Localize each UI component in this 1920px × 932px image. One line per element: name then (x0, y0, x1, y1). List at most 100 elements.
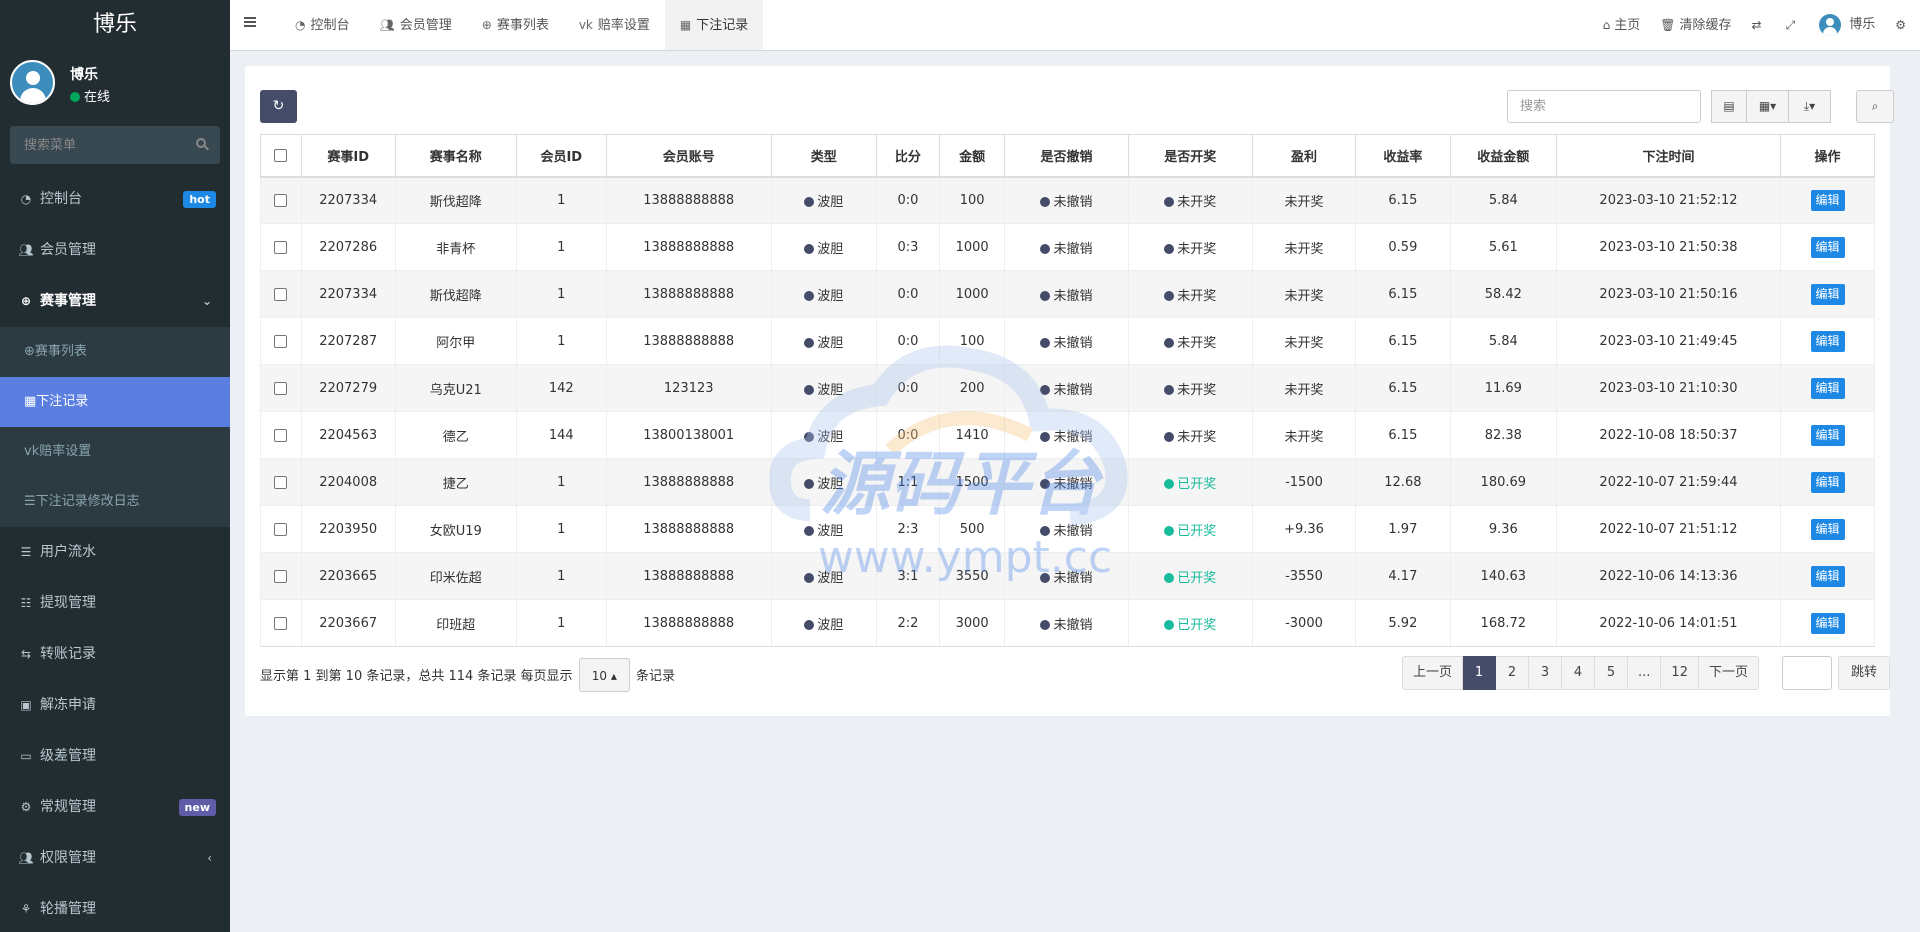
fullscreen-button[interactable]: ⤢ (1776, 0, 1810, 50)
page-button[interactable]: 1 (1463, 656, 1497, 690)
col-header[interactable]: 赛事ID (300, 134, 396, 178)
user-menu[interactable]: 博乐 (1809, 0, 1885, 50)
sidebar-item-permissions[interactable]: 👥︎ 权限管理 ‹ (0, 833, 230, 884)
row-select-cell (260, 364, 302, 412)
sidebar-item-odds-settings[interactable]: vk赔率设置 (0, 427, 230, 477)
edit-button[interactable]: 编辑 (1810, 612, 1845, 634)
language-button[interactable]: ⇄ (1742, 0, 1776, 50)
row-checkbox[interactable] (274, 287, 288, 301)
home-link[interactable]: ⌂ 主页 (1593, 0, 1651, 50)
cancelled-cell: 未撤销 (1004, 270, 1129, 318)
refresh-button[interactable]: ↻ (260, 90, 297, 123)
clear-cache-button[interactable]: 🗑︎ 清除缓存 (1650, 0, 1741, 50)
edit-button[interactable]: 编辑 (1810, 518, 1845, 540)
tab-members[interactable]: 👥︎ 会员管理 (365, 0, 467, 50)
edit-button[interactable]: 编辑 (1810, 236, 1845, 258)
row-checkbox[interactable] (274, 569, 288, 583)
sidebar-item-bet-edit-log[interactable]: ☰下注记录修改日志 (0, 477, 230, 527)
tab-odds-settings[interactable]: vk 赔率设置 (564, 0, 665, 50)
status-dot-icon (1040, 431, 1051, 442)
sidebar-item-level-diff[interactable]: ▭ 级差管理 (0, 731, 230, 782)
edit-button[interactable]: 编辑 (1810, 424, 1845, 446)
row-checkbox[interactable] (274, 475, 288, 489)
sidebar: 博乐 博乐 在线 ◔控制台hot 👥︎会员管理 ⊕赛事管理⌄ ⊕赛事列表 ▦下注… (0, 0, 230, 932)
tab-match-list[interactable]: ⊕ 赛事列表 (467, 0, 564, 50)
tab-bet-records[interactable]: ▦ 下注记录 (664, 0, 764, 50)
sidebar-item-transfer[interactable]: ⇆ 转账记录 (0, 629, 230, 680)
user-panel: 博乐 在线 (0, 50, 230, 118)
sidebar-item-withdraw[interactable]: ☷ 提现管理 (0, 578, 230, 629)
time-cell: 2023-03-10 21:50:16 (1555, 270, 1782, 318)
row-checkbox[interactable] (274, 522, 288, 536)
columns-dropdown-button[interactable]: ▦▾ (1747, 90, 1789, 123)
row-select-cell (260, 223, 302, 271)
jump-button[interactable]: 跳转 (1838, 656, 1890, 690)
sidebar-item-unfreeze[interactable]: ▣ 解冻申请 (0, 680, 230, 731)
col-header[interactable]: 盈利 (1252, 134, 1356, 178)
toggle-card-view-button[interactable]: ▤ (1711, 90, 1747, 123)
col-header[interactable]: 收益金额 (1449, 134, 1557, 178)
jump-page-input[interactable] (1782, 656, 1832, 690)
col-header[interactable]: 类型 (770, 134, 877, 178)
page-button[interactable]: 12 (1661, 656, 1699, 690)
col-header[interactable]: 收益率 (1354, 134, 1451, 178)
row-select-cell (260, 270, 302, 318)
sidebar-item-general[interactable]: ⚙ 常规管理 new (0, 782, 230, 833)
col-header[interactable]: 是否开奖 (1127, 134, 1254, 178)
sidebar-item-bet-records[interactable]: ▦下注记录 (0, 377, 230, 427)
col-header[interactable]: 会员ID (515, 134, 607, 178)
export-dropdown-button[interactable]: ⤓▾ (1789, 90, 1831, 123)
app-logo[interactable]: 博乐 (0, 0, 230, 50)
advanced-search-button[interactable]: ⌕ (1856, 90, 1894, 123)
row-checkbox[interactable] (274, 381, 288, 395)
action-cell: 编辑 (1780, 411, 1875, 459)
row-checkbox[interactable] (274, 334, 288, 348)
select-all-checkbox[interactable] (274, 148, 288, 162)
edit-button[interactable]: 编辑 (1810, 471, 1845, 493)
menu-toggle-icon[interactable] (244, 17, 256, 27)
col-header[interactable]: 金额 (939, 134, 1006, 178)
member-id-cell: 1 (515, 176, 607, 224)
next-page-button[interactable]: 下一页 (1698, 656, 1759, 690)
edit-button[interactable]: 编辑 (1810, 189, 1845, 211)
col-header[interactable]: 是否撤销 (1004, 134, 1129, 178)
prev-page-button[interactable]: 上一页 (1402, 656, 1464, 690)
list-icon: ☰ (20, 545, 32, 559)
row-checkbox[interactable] (274, 240, 288, 254)
edit-button[interactable]: 编辑 (1810, 283, 1845, 305)
col-header[interactable]: 比分 (875, 134, 941, 178)
settings-button[interactable]: ⚙ (1885, 0, 1920, 50)
sidebar-item-carousel[interactable]: ⚘ 轮播管理 (0, 884, 230, 932)
page-button[interactable]: 5 (1595, 656, 1629, 690)
page-size-dropdown[interactable]: 10 ▴ (578, 658, 630, 692)
sidebar-item-match-list[interactable]: ⊕赛事列表 (0, 327, 230, 377)
col-header[interactable]: 下注时间 (1555, 134, 1782, 178)
row-checkbox[interactable] (274, 428, 288, 442)
tab-bar: ◔ 控制台 👥︎ 会员管理 ⊕ 赛事列表 vk 赔率设置 ▦ 下注记录 (280, 0, 764, 50)
sidebar-item-match-management[interactable]: ⊕ 赛事管理 ⌄ (0, 276, 230, 327)
page-button[interactable]: 2 (1496, 656, 1530, 690)
cancelled-cell: 未撤销 (1004, 364, 1129, 412)
tab-dashboard[interactable]: ◔ 控制台 (280, 0, 365, 50)
sidebar-search-input[interactable] (10, 126, 220, 164)
page-button[interactable]: 4 (1562, 656, 1596, 690)
edit-button[interactable]: 编辑 (1810, 377, 1845, 399)
edit-button[interactable]: 编辑 (1810, 330, 1845, 352)
sidebar-item-dashboard[interactable]: ◔ 控制台 hot (0, 174, 230, 225)
row-checkbox[interactable] (274, 616, 288, 630)
col-header[interactable]: 会员账号 (605, 134, 772, 178)
search-icon[interactable] (196, 138, 206, 148)
col-header[interactable]: 赛事名称 (394, 134, 517, 178)
status-dot-icon (1164, 290, 1175, 301)
table-row: 2204008 捷乙 1 13888888888 波胆 1:1 1500 未撤销 已开奖 -150… (260, 458, 1875, 506)
page-button[interactable]: 3 (1529, 656, 1563, 690)
time-cell: 2023-03-10 21:52:12 (1555, 176, 1782, 224)
row-checkbox[interactable] (274, 193, 288, 207)
type-cell: 波胆 (770, 552, 877, 600)
sidebar-item-members[interactable]: 👥︎ 会员管理 (0, 225, 230, 276)
table-search-input[interactable] (1507, 90, 1701, 123)
match-id-cell: 2203950 (300, 505, 396, 553)
sidebar-item-user-flow[interactable]: ☰ 用户流水 (0, 527, 230, 578)
drawn-cell: 未开奖 (1127, 176, 1254, 224)
edit-button[interactable]: 编辑 (1810, 565, 1845, 587)
